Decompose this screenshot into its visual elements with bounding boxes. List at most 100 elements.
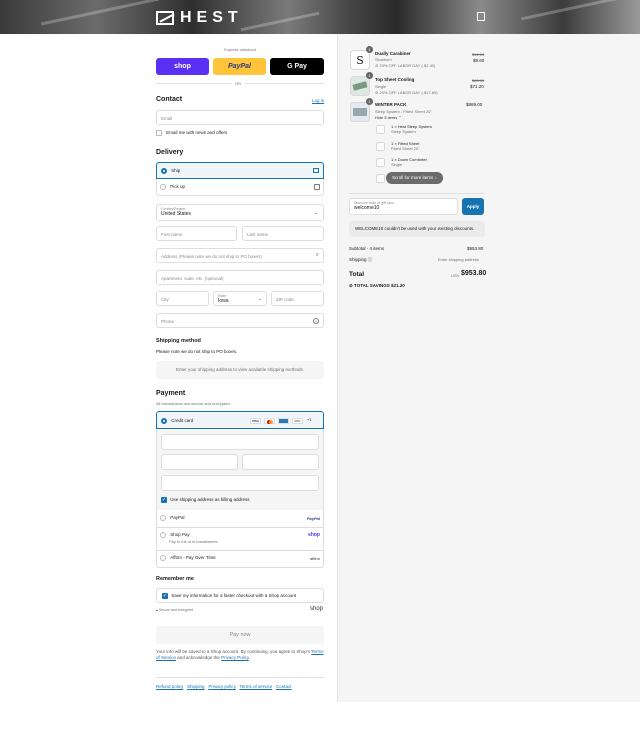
country-select[interactable]: Country/Region United States ⌄ (156, 204, 324, 221)
paypal-radio[interactable] (160, 515, 166, 521)
arrow-down-icon: ↓ (434, 175, 437, 180)
bundle-thumbnail (376, 158, 385, 167)
item-variant: Slowburn (375, 57, 392, 62)
tag-icon: ⊘ (375, 90, 379, 95)
credit-card-label: Credit card (171, 418, 194, 424)
remember-me-heading: Remember me (156, 576, 194, 582)
credit-card-radio[interactable] (161, 418, 167, 424)
email-field[interactable]: Email (156, 110, 324, 125)
item-variant: Single (375, 84, 387, 89)
shipping-method-placeholder: Enter your shipping address to view avai… (156, 361, 324, 379)
scroll-more-pill[interactable]: Scroll for more items ↓ (386, 172, 443, 184)
bundle-thumbnail (376, 142, 385, 151)
visa-icon: VISA (250, 418, 261, 424)
privacy-link[interactable]: Privacy Policy (221, 655, 249, 660)
payment-secure-note: All transactions are secure and encrypte… (156, 401, 231, 406)
checkmark-icon[interactable]: ✓ (162, 593, 168, 599)
ship-radio[interactable] (161, 168, 167, 174)
item-discount: ⊘ 20% OFF LABOR DAY (-$2.40) (375, 63, 436, 68)
divider (156, 550, 324, 551)
item-name: WINTER PACK (375, 102, 407, 107)
hide-items-toggle[interactable]: Hide 5 items ⌃ (375, 115, 402, 120)
item-variant: Sleep System - Fitted Sheet 20" (375, 109, 432, 114)
login-link[interactable]: Log in (312, 98, 324, 103)
total-value: $953.80 (461, 270, 487, 277)
contact-link[interactable]: Contact (276, 684, 292, 689)
shipping-label: Shipping ⓘ (349, 257, 373, 262)
shop-pay-subtext: Pay in full or in installments (169, 539, 218, 544)
affirm-radio[interactable] (160, 555, 166, 561)
credit-card-option[interactable]: Credit card VISA DISC +1 (156, 411, 324, 429)
product-thumbnail (350, 76, 370, 96)
pickup-option[interactable]: Pick up (156, 179, 324, 196)
pay-now-button[interactable]: Pay now (156, 626, 324, 644)
shop-pay-label: Shop Pay (170, 532, 190, 538)
compare-price: $89.00 (472, 78, 485, 83)
tag-icon: ⊘ (349, 283, 353, 288)
affirm-option[interactable]: Affirm - Pay Over Time affirm (160, 555, 324, 561)
phone-field[interactable]: Phone ? (156, 313, 324, 328)
city-field[interactable]: City (156, 291, 209, 306)
google-pay-express-button[interactable]: G Pay (270, 58, 324, 75)
shopping-bag-icon[interactable] (477, 12, 485, 21)
affirm-logo: affirm (310, 556, 320, 561)
payment-heading: Payment (156, 390, 186, 397)
ship-label: Ship (171, 168, 181, 174)
bundle-item-variant: Sleep System (391, 129, 416, 134)
last-name-field[interactable]: Last name (242, 226, 324, 241)
item-name: Dually Carabiner (375, 51, 411, 56)
paypal-label: PayPal (170, 515, 185, 521)
info-icon[interactable]: ⓘ (368, 257, 373, 262)
discount-code-field[interactable]: Discount code or gift card welcome10 (349, 198, 458, 215)
save-info-label: Save my information for a faster checkou… (171, 593, 297, 598)
apartment-field[interactable]: Apartment, suite, etc. (optional) (156, 270, 324, 285)
order-summary-panel (337, 34, 640, 702)
truck-icon (313, 168, 319, 173)
total-label: Total (349, 271, 365, 278)
amex-icon (278, 418, 289, 424)
zip-field[interactable]: ZIP code (271, 291, 324, 306)
contact-heading: Contact (156, 96, 183, 103)
refund-policy-link[interactable]: Refund policy (156, 684, 183, 689)
paypal-express-button[interactable]: PayPal (213, 58, 266, 75)
state-select[interactable]: State Iowa ⌄ (213, 291, 267, 306)
divider (349, 193, 485, 194)
secure-encrypted-note: 🔒︎ Secure and encrypted (156, 608, 194, 612)
ship-option[interactable]: Ship (156, 162, 324, 179)
logo-mark-icon (156, 11, 174, 25)
bundle-thumbnail (376, 174, 385, 183)
help-icon[interactable]: ? (313, 318, 319, 324)
address-field[interactable]: Address (Please note we do not ship to P… (156, 248, 324, 263)
chevron-down-icon: ⌄ (313, 210, 318, 216)
checkmark-icon[interactable]: ✓ (161, 497, 167, 503)
newsletter-checkbox[interactable] (156, 130, 162, 136)
affirm-label: Affirm - Pay Over Time (170, 555, 216, 561)
first-name-field[interactable]: First name (156, 226, 237, 241)
product-thumbnail (350, 102, 370, 122)
quantity-badge: 1 (366, 72, 373, 79)
newsletter-option[interactable]: Email me with news and offers (156, 130, 227, 136)
card-number-field[interactable] (161, 434, 319, 450)
shop-pay-radio[interactable] (160, 532, 166, 538)
compare-price: $12.00 (472, 52, 485, 57)
item-name: Top Sheet Cooling (375, 77, 415, 82)
shipping-link[interactable]: Shipping (187, 684, 205, 689)
item-price: $9.60 (473, 58, 485, 63)
pickup-radio[interactable] (160, 184, 166, 190)
shop-pay-express-button[interactable]: shop (156, 58, 209, 75)
shop-logo: shop (310, 606, 324, 612)
billing-same-option[interactable]: ✓ Use shipping address as billing addres… (161, 497, 250, 503)
shop-pay-option[interactable]: Shop Pay Pay in full or in installments … (160, 532, 324, 544)
expiration-field[interactable] (161, 454, 238, 470)
discover-icon: DISC (292, 418, 303, 424)
brand-logo[interactable]: HEST (156, 9, 243, 27)
brand-name: HEST (180, 9, 243, 26)
name-on-card-field[interactable] (161, 475, 319, 491)
subtotal-label: Subtotal · 4 items (349, 246, 385, 251)
security-code-field[interactable] (242, 454, 319, 470)
privacy-policy-link[interactable]: Privacy policy (208, 684, 236, 689)
apply-discount-button[interactable]: Apply (462, 198, 484, 215)
save-info-option[interactable]: ✓ Save my information for a faster check… (156, 588, 324, 603)
paypal-option[interactable]: PayPal PayPal (160, 515, 324, 521)
terms-of-service-link[interactable]: Terms of service (240, 684, 273, 689)
